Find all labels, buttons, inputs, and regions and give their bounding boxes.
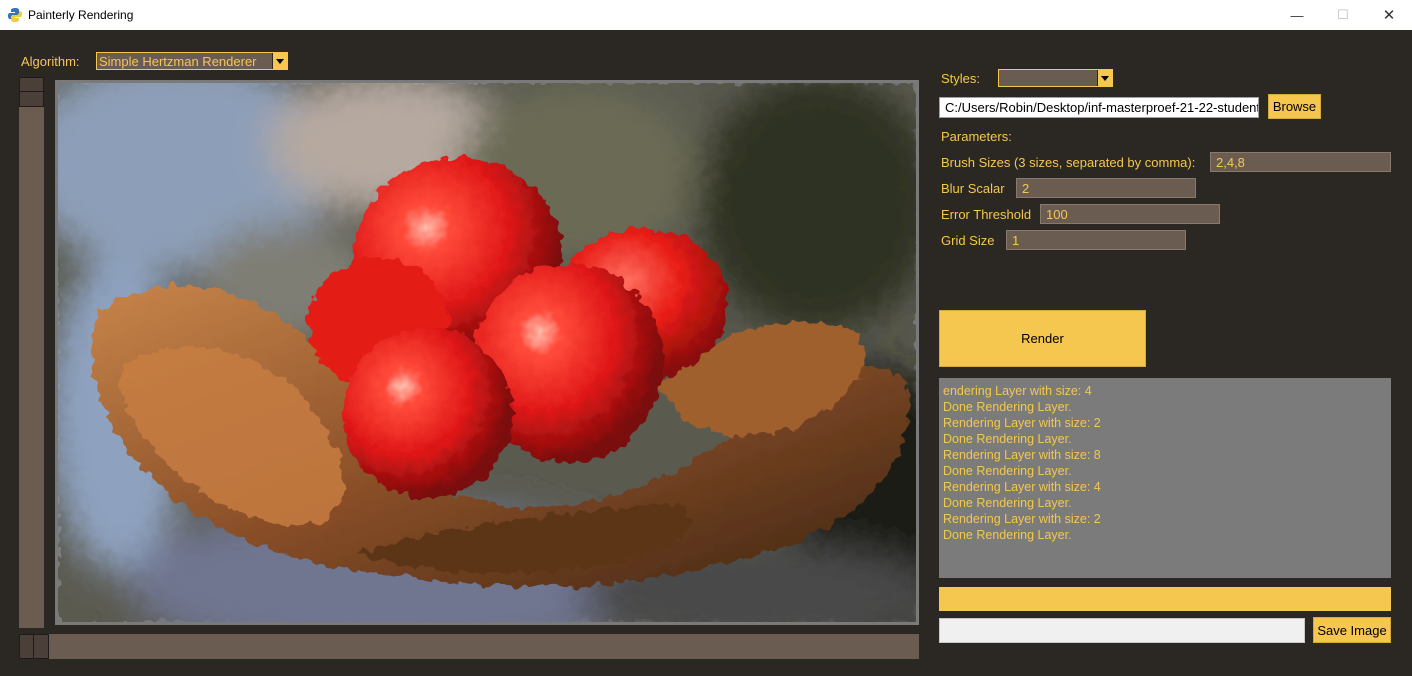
log-line: Rendering Layer with size: 4 [943, 480, 1101, 494]
error-threshold-label: Error Threshold [941, 207, 1032, 222]
chevron-down-icon[interactable] [272, 53, 287, 69]
blur-scalar-label: Blur Scalar [941, 181, 1005, 196]
algorithm-select[interactable]: Simple Hertzman Renderer [96, 52, 288, 70]
error-threshold-input[interactable]: 100 [1040, 204, 1220, 224]
parameters-heading: Parameters: [941, 129, 1012, 144]
title-bar: Painterly Rendering — ☐ ✕ [0, 0, 1412, 30]
close-icon: ✕ [1382, 7, 1396, 24]
log-line: Done Rendering Layer. [943, 528, 1072, 542]
horizontal-scrollbar[interactable] [19, 634, 919, 659]
progress-bar-fill [939, 587, 1391, 611]
algorithm-select-value: Simple Hertzman Renderer [99, 54, 257, 69]
log-line: Done Rendering Layer. [943, 400, 1072, 414]
save-path-input[interactable] [939, 618, 1305, 643]
algorithm-label: Algorithm: [21, 54, 80, 69]
log-line: Done Rendering Layer. [943, 496, 1072, 510]
brush-sizes-label: Brush Sizes (3 sizes, separated by comma… [941, 155, 1196, 170]
minimize-button[interactable]: — [1274, 0, 1320, 30]
log-line: Done Rendering Layer. [943, 432, 1072, 446]
chevron-down-icon[interactable] [1097, 70, 1112, 86]
progress-bar [939, 587, 1391, 611]
blur-scalar-input[interactable]: 2 [1016, 178, 1196, 198]
log-line: Rendering Layer with size: 2 [943, 416, 1101, 430]
vertical-scrollbar[interactable] [19, 77, 44, 628]
minimize-icon: — [1290, 7, 1304, 23]
close-button[interactable]: ✕ [1366, 0, 1412, 30]
render-button[interactable]: Render [939, 310, 1146, 367]
grid-size-label: Grid Size [941, 233, 995, 248]
styles-label: Styles: [941, 71, 981, 86]
image-canvas [55, 80, 919, 625]
log-output: endering Layer with size: 4 Done Renderin… [939, 378, 1391, 578]
vertical-scroll-thumb[interactable] [19, 77, 44, 107]
styles-select[interactable] [998, 69, 1113, 87]
log-line: Rendering Layer with size: 2 [943, 512, 1101, 526]
horizontal-scroll-thumb[interactable] [19, 634, 49, 659]
browse-button[interactable]: Browse [1268, 94, 1321, 119]
python-app-icon [8, 8, 22, 22]
log-line: Rendering Layer with size: 8 [943, 448, 1101, 462]
log-line: endering Layer with size: 4 [943, 384, 1092, 398]
window-title: Painterly Rendering [28, 8, 134, 22]
rendered-painting-image [58, 83, 916, 622]
file-path-input[interactable]: C:/Users/Robin/Desktop/inf-masterproef-2… [939, 97, 1259, 118]
save-image-button[interactable]: Save Image [1313, 617, 1391, 643]
maximize-icon: ☐ [1337, 7, 1349, 22]
brush-sizes-input[interactable]: 2,4,8 [1210, 152, 1391, 172]
grid-size-input[interactable]: 1 [1006, 230, 1186, 250]
log-line: Done Rendering Layer. [943, 464, 1072, 478]
maximize-button[interactable]: ☐ [1320, 0, 1366, 30]
